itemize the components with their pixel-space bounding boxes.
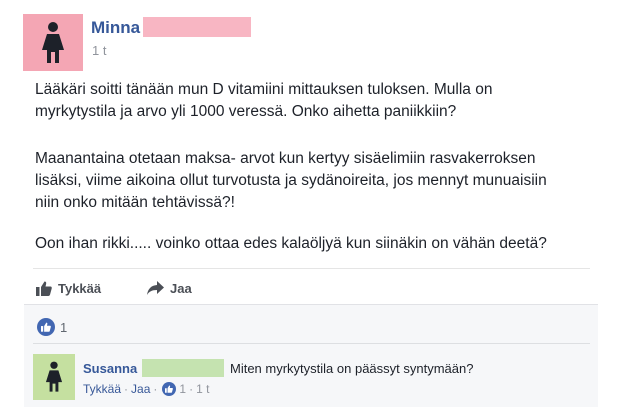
post-text-line: Lääkäri soitti tänään mun D vitamiini mi… [35,81,493,98]
post-text-line: myrkytystila ja arvo yli 1000 veressä. O… [35,103,457,120]
separator-dot: · [189,382,194,396]
share-arrow-icon [147,281,164,295]
comment-author-avatar[interactable] [33,354,75,400]
like-reaction-icon[interactable] [162,382,177,396]
redacted-surname [143,17,251,37]
reaction-summary[interactable]: 1 [37,318,67,336]
comment-author-name[interactable]: Susanna [83,361,137,376]
female-silhouette-icon [42,21,64,63]
comment-text: Miten myrkytystila on päässyt syntymään? [230,361,474,376]
divider [33,343,590,344]
post-text-line: Oon ihan rikki..... voinko ottaa edes ka… [35,235,547,252]
divider [33,268,590,269]
post-author-name[interactable]: Minna [91,18,140,38]
thumbs-up-icon [36,281,52,296]
post-paragraph-1: Lääkäri soitti tänään mun D vitamiini mi… [35,79,492,123]
comment-reply-link[interactable]: Jaa [131,382,150,396]
comment-like-link[interactable]: Tykkää [83,382,121,396]
like-reaction-icon [37,318,55,336]
separator-dot: · [153,382,158,396]
share-button[interactable]: Jaa [147,278,192,298]
like-label: Tykkää [58,280,102,296]
like-button[interactable]: Tykkää [36,278,101,298]
post-paragraph-2: Maanantaina otetaan maksa- arvot kun ker… [35,148,547,214]
post-timestamp[interactable]: 1 t [92,43,106,58]
comment-like-count: 1 [179,382,187,396]
redacted-surname [142,359,224,377]
share-label: Jaa [170,280,192,296]
post-text-line: Maanantaina otetaan maksa- arvot kun ker… [35,150,536,167]
post-author-avatar[interactable] [23,14,83,71]
comment-timestamp[interactable]: 1 t [196,382,209,396]
female-silhouette-icon [45,361,63,392]
comment-actions: Tykkää · Jaa · 1 · 1 t [83,382,209,396]
post-text-line: niin onko mitään tehtävissä?! [35,194,235,211]
post-text-line: lisäksi, viime aikoina ollut turvotusta … [35,172,547,189]
facebook-post: Minna 1 t Lääkäri soitti tänään mun D vi… [0,0,632,407]
post-paragraph-3: Oon ihan rikki..... voinko ottaa edes ka… [35,233,547,255]
reaction-count: 1 [60,319,68,335]
separator-dot: · [124,382,129,396]
